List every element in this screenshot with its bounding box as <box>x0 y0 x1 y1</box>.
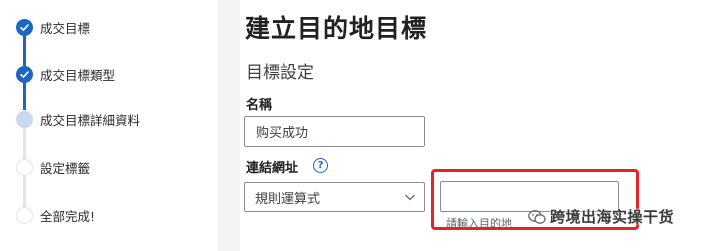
pending-step-dot <box>16 158 33 176</box>
stepper-step-label: 設定標籤 <box>40 160 91 176</box>
url-label: 連結網址 <box>246 161 299 176</box>
check-icon <box>16 18 33 36</box>
name-label: 名稱 <box>246 98 273 113</box>
pending-step-dot <box>16 206 33 224</box>
stepper-step-tags[interactable]: 設定標籤 <box>0 155 218 179</box>
check-icon <box>16 65 33 83</box>
stepper-step-goal-type[interactable]: 成交目標類型 <box>0 62 218 86</box>
stepper-step-label: 成交目標詳細資料 <box>40 112 141 128</box>
chevron-down-icon <box>405 194 415 201</box>
watermark-text: 跨境出海实操干货 <box>550 208 675 226</box>
goal-setup-stepper: 成交目標 成交目標類型 成交目標詳細資料 設定標籤 全部完成! <box>0 0 218 251</box>
chat-logo-icon <box>528 209 546 224</box>
stepper-rail-done <box>23 82 26 110</box>
stepper-step-label: 成交目標 <box>40 20 91 36</box>
current-step-dot <box>16 110 33 128</box>
stepper-step-done[interactable]: 全部完成! <box>0 203 218 227</box>
stepper-step-label: 全部完成! <box>40 208 96 224</box>
section-title: 目標設定 <box>246 63 314 83</box>
stepper-step-label: 成交目標類型 <box>40 67 116 83</box>
match-type-select[interactable]: 規則運算式 <box>244 182 425 212</box>
watermark: 跨境出海实操干货 <box>528 206 674 227</box>
help-icon[interactable]: ? <box>313 158 328 173</box>
panel-divider <box>218 0 240 251</box>
goal-name-value: 购买成功 <box>256 126 309 141</box>
match-type-value: 規則運算式 <box>255 191 321 207</box>
page-title: 建立目的地目標 <box>245 14 428 43</box>
stepper-step-goal-details[interactable]: 成交目標詳細資料 <box>0 107 218 131</box>
stepper-step-goal[interactable]: 成交目標 <box>0 15 218 39</box>
goal-name-input[interactable]: 购买成功 <box>244 116 425 147</box>
